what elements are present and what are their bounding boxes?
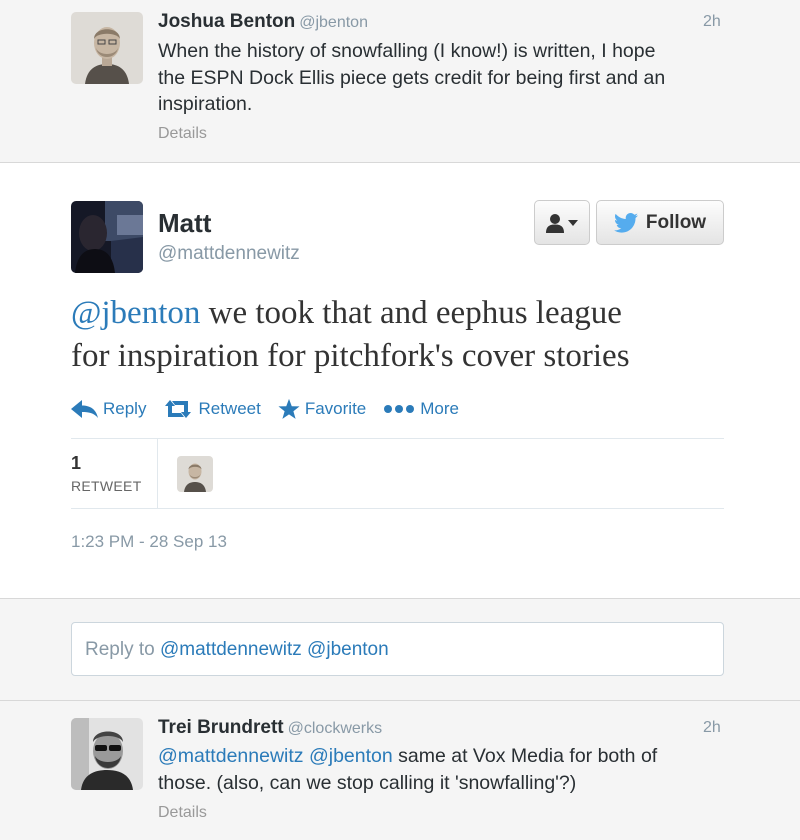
divider [71, 508, 724, 509]
user-icon [546, 213, 564, 233]
avatar[interactable] [71, 12, 143, 84]
author-name[interactable]: Trei Brundrett [158, 717, 284, 738]
mention-link[interactable]: @jbenton [71, 295, 200, 331]
tweet-author[interactable]: Joshua Benton @jbenton [158, 11, 368, 33]
follow-button-label: Follow [645, 211, 707, 233]
reply-area: Reply to @mattdennewitz @jbenton [0, 598, 800, 701]
reply-prefix: Reply to [85, 639, 160, 660]
retweeter-avatar[interactable] [177, 456, 213, 492]
author-handle[interactable]: @jbenton [299, 14, 368, 31]
avatar[interactable] [71, 718, 143, 790]
tweet-text-line: those. (also, can we stop calling it 'sn… [158, 771, 577, 794]
more-button[interactable]: More [383, 399, 459, 419]
tweet-text-line: When the history of snowfalling (I know!… [158, 40, 656, 62]
tweet-actions: Reply Retweet Favorite More [71, 397, 476, 421]
tweet-time[interactable]: 2h [703, 719, 721, 737]
divider [71, 438, 724, 439]
tweet-text-line: inspiration. [158, 93, 253, 115]
tweet-trei-brundrett[interactable]: Trei Brundrett @clockwerks 2h @mattdennew… [0, 701, 800, 840]
tweet-text-line: for inspiration for pitchfork's cover st… [71, 338, 630, 374]
tweet-text-segment: same at Vox Media for both of [392, 745, 658, 767]
author-handle[interactable]: @clockwerks [288, 720, 382, 737]
tweet-timestamp[interactable]: 1:23 PM - 28 Sep 13 [71, 532, 227, 552]
tweet-text: @mattdennewitz @jbenton same at Vox Medi… [158, 743, 657, 796]
retweet-button[interactable]: Retweet [163, 399, 261, 419]
tweet-text: When the history of snowfalling (I know!… [158, 38, 665, 118]
author-name[interactable]: Joshua Benton [158, 11, 295, 32]
retweet-icon [165, 400, 192, 418]
tweet-joshua-benton[interactable]: Joshua Benton @jbenton 2h When the histor… [0, 0, 800, 163]
reply-button[interactable]: Reply [71, 399, 146, 419]
author-name[interactable]: Matt [158, 208, 211, 239]
retweet-label: Retweet [198, 399, 261, 418]
tweet-text: @jbenton we took that and eephus league … [71, 292, 751, 378]
details-link[interactable]: Details [158, 125, 207, 143]
tweet-text-line: @mattdennewitz @jbenton same at Vox Medi… [158, 743, 657, 770]
divider [157, 439, 158, 509]
avatar[interactable] [71, 201, 143, 273]
star-icon [278, 398, 300, 419]
tweet-author[interactable]: Trei Brundrett @clockwerks [158, 717, 382, 739]
tweet-text-line: @jbenton we took that and eephus league [71, 292, 751, 335]
favorite-label: Favorite [304, 399, 367, 418]
more-label: More [420, 399, 459, 418]
favorite-button[interactable]: Favorite [278, 398, 366, 420]
user-actions-button[interactable] [534, 200, 590, 245]
chevron-down-icon [568, 219, 578, 226]
retweet-count[interactable]: 1 [71, 453, 81, 474]
tweet-text-segment: we took that and eephus league [200, 295, 622, 331]
reply-mentions: @mattdennewitz @jbenton [159, 639, 389, 660]
twitter-bird-icon [613, 212, 638, 233]
follow-button[interactable]: Follow [596, 200, 724, 245]
tweet-time[interactable]: 2h [703, 13, 721, 31]
ellipsis-icon [384, 405, 415, 413]
tweet-text-line: the ESPN Dock Ellis piece gets credit fo… [158, 66, 666, 89]
author-handle[interactable]: @mattdennewitz [158, 243, 300, 265]
retweet-label[interactable]: RETWEET [71, 478, 142, 494]
mention-link[interactable]: @jbenton [309, 745, 393, 767]
reply-icon [71, 400, 98, 418]
mention-link[interactable]: @mattdennewitz [158, 745, 304, 767]
reply-label: Reply [103, 399, 147, 418]
reply-input[interactable]: Reply to @mattdennewitz @jbenton [71, 622, 724, 676]
details-link[interactable]: Details [158, 804, 207, 822]
